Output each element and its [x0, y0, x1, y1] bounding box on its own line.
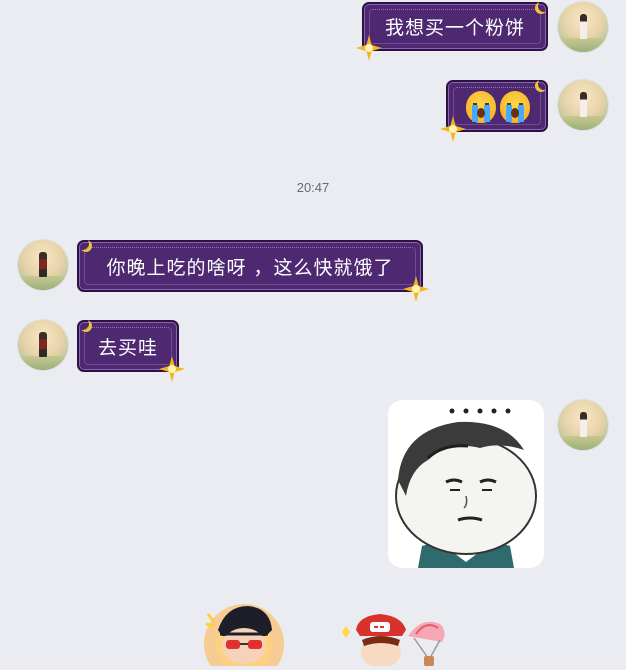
my-avatar[interactable] [558, 400, 608, 450]
moon-decoration-icon [538, 78, 550, 90]
moon-decoration-icon [77, 318, 89, 330]
star-decoration-icon [403, 276, 429, 302]
message-bubble-theirs[interactable]: 你晚上吃的啥呀 ，这么快就饿了 [77, 238, 429, 302]
meme-face-sticker[interactable] [388, 400, 544, 568]
avatar-figure [39, 332, 47, 357]
message-text: 你晚上吃的啥呀 ，这么快就饿了 [106, 256, 394, 279]
avatar-ground [558, 436, 608, 450]
avatar-ground [18, 356, 68, 370]
message-timestamp: 20:47 [296, 180, 330, 195]
star-decoration-icon [440, 116, 466, 142]
star-decoration-icon [159, 356, 185, 382]
message-text: 去买哇 [97, 336, 158, 359]
message-text: 我想买一个粉饼 [384, 17, 525, 39]
avatar-ground [558, 116, 608, 130]
star-decoration-icon [356, 35, 382, 61]
crying-face-icon [466, 91, 496, 123]
crying-face-graphic [506, 103, 524, 122]
avatar-with-sunglasses-sticker[interactable] [196, 600, 292, 670]
avatar-figure [39, 252, 47, 277]
my-avatar[interactable] [558, 2, 608, 52]
avatar-ground [18, 276, 68, 290]
crying-face-icon [500, 91, 530, 123]
sunglasses-boy-graphic [204, 604, 284, 670]
contact-avatar[interactable] [18, 320, 68, 370]
message-bubble-mine[interactable]: 我想买一个粉饼 [356, 0, 550, 61]
avatar-figure [580, 92, 587, 117]
avatar-figure [580, 412, 587, 437]
my-avatar[interactable] [558, 80, 608, 130]
parachute-girl-graphic [342, 614, 445, 668]
avatar-figure [580, 14, 587, 39]
message-bubble-theirs[interactable]: 去买哇 [77, 318, 185, 382]
meme-face-graphic [395, 408, 537, 568]
girl-with-parachute-sticker[interactable] [336, 612, 454, 668]
message-bubble-mine[interactable] [440, 78, 550, 142]
avatar-ground [558, 38, 608, 52]
moon-decoration-icon [77, 238, 89, 250]
crying-face-graphic [472, 103, 490, 122]
contact-avatar[interactable] [18, 240, 68, 290]
moon-decoration-icon [538, 0, 550, 12]
